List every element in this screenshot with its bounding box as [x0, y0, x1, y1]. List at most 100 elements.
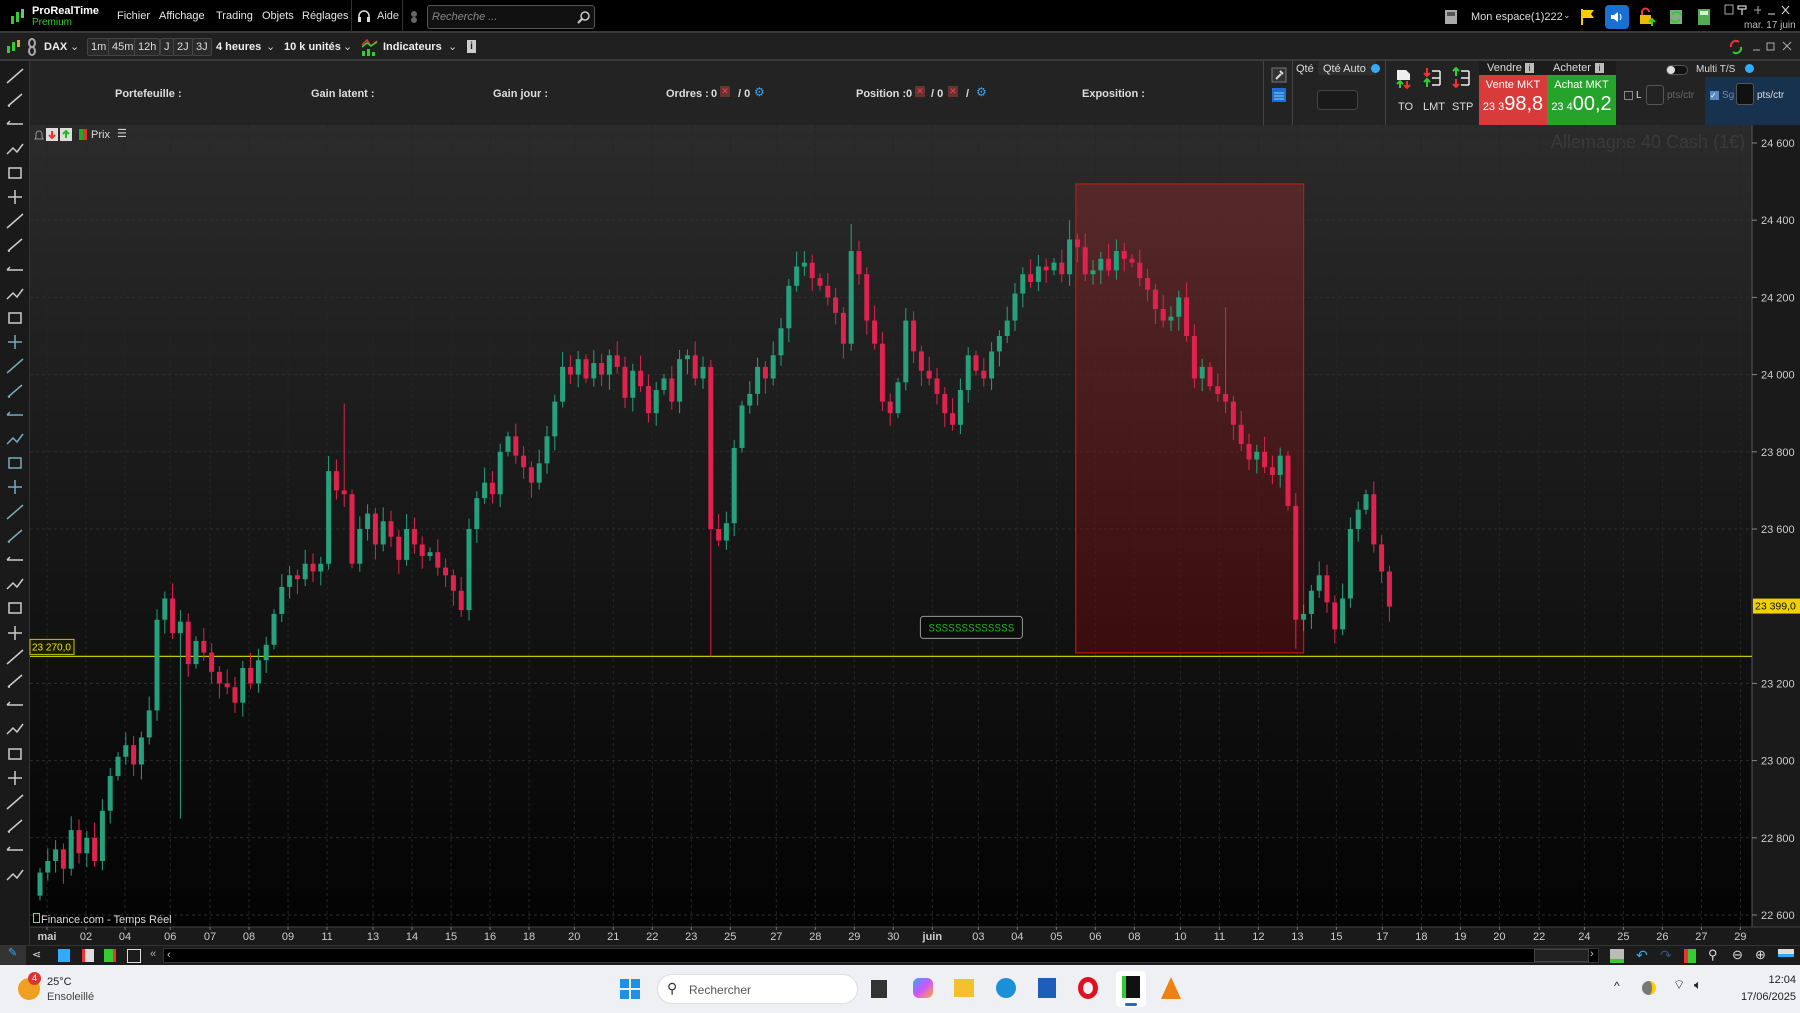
prorealtime-taskbar-button[interactable]: [1116, 971, 1146, 1007]
x-tick-label: 10: [1174, 931, 1186, 943]
candle-body: [552, 401, 558, 437]
edge-icon[interactable]: [996, 978, 1016, 998]
candle-body: [996, 336, 1002, 352]
list-icon[interactable]: ☰: [117, 127, 127, 140]
order-stp-icon[interactable]: [1452, 67, 1470, 89]
buy-market-button[interactable]: Achat MKT 23 400,2: [1547, 75, 1616, 125]
store-icon[interactable]: [1038, 978, 1056, 998]
candle-body: [794, 266, 800, 286]
tray-expand-icon[interactable]: ^: [1614, 979, 1620, 993]
collapse-left-icon[interactable]: «: [150, 948, 156, 960]
keyboard-icon[interactable]: [1271, 87, 1287, 103]
task-view-icon[interactable]: [871, 980, 887, 998]
candle-body: [193, 640, 199, 665]
cancel-orders-icon[interactable]: ✕: [720, 86, 730, 97]
price-chart[interactable]: Allemagne 40 Cash (1€) 24 60024 40024 200…: [0, 0, 1800, 945]
copilot-icon[interactable]: [913, 978, 933, 998]
qty-auto-tab[interactable]: Qté Auto: [1318, 61, 1376, 75]
candle-body: [864, 274, 870, 321]
share-icon[interactable]: ⋖: [32, 948, 41, 961]
qty-input[interactable]: [1317, 90, 1358, 110]
candle-body: [918, 351, 924, 371]
zoom-in-icon[interactable]: ⊕: [1755, 947, 1766, 963]
candle-body: [1152, 289, 1158, 309]
order-to-icon[interactable]: [1395, 69, 1413, 89]
candle-body: [450, 575, 456, 591]
clock-date[interactable]: 17/06/2025: [1726, 991, 1796, 1003]
sell-order-icon[interactable]: [46, 128, 58, 141]
sg-checkbox[interactable]: ✓: [1710, 91, 1719, 100]
scrollbar-thumb[interactable]: [1534, 949, 1589, 962]
gear-icon[interactable]: ⚙: [976, 85, 987, 99]
candle-body: [388, 521, 394, 537]
help-bubble-icon[interactable]: [1745, 64, 1754, 73]
buy-market-label: Achat MKT: [1554, 79, 1609, 91]
close-all-icon[interactable]: ✕: [948, 86, 958, 97]
y-tick-label: 24 400: [1761, 215, 1795, 227]
redo-icon[interactable]: ↷: [1660, 947, 1672, 964]
x-tick-label: 27: [1695, 931, 1707, 943]
clock-time[interactable]: 12:04: [1756, 974, 1796, 986]
taskbar-search[interactable]: ⚲ Rechercher: [657, 974, 858, 1004]
weather-temp: 25°C: [47, 976, 72, 988]
window-icon[interactable]: [127, 949, 141, 963]
buy-order-icon[interactable]: [60, 128, 72, 141]
candle-body: [326, 471, 332, 564]
y-tick-label: 24 600: [1761, 138, 1795, 150]
help-bubble-icon[interactable]: [1371, 64, 1380, 73]
opera-icon[interactable]: [1078, 977, 1098, 999]
orderbook-icon[interactable]: [104, 949, 116, 962]
windows-start-icon[interactable]: [620, 979, 640, 999]
zoom-vertical-icon[interactable]: ⚲: [1708, 947, 1718, 963]
candle-body: [1215, 386, 1221, 394]
data-source: Finance.com - Temps Réel: [33, 913, 172, 926]
horizontal-scrollbar[interactable]: ‹ ›: [163, 948, 1599, 963]
candle-body: [1340, 598, 1346, 630]
sell-market-button[interactable]: Vente MKT 23 398,8: [1479, 75, 1547, 125]
x-tick-label: 22: [646, 931, 658, 943]
info-icon[interactable]: i: [1525, 63, 1534, 73]
vlc-icon[interactable]: [1161, 977, 1181, 999]
scroll-right-icon[interactable]: ›: [1590, 948, 1594, 960]
candle-body: [107, 776, 113, 811]
wifi-icon[interactable]: ⌔: [1673, 977, 1685, 993]
onedrive-icon[interactable]: [1642, 981, 1656, 995]
sg-input[interactable]: [1736, 83, 1754, 105]
scroll-left-icon[interactable]: ‹: [167, 949, 171, 961]
candle-body: [809, 262, 815, 279]
gain-latent-label: Gain latent :: [311, 88, 375, 100]
alert-bell-icon[interactable]: [33, 129, 45, 141]
draw-mode-button[interactable]: ✎: [0, 946, 26, 966]
gear-icon[interactable]: ⚙: [754, 85, 765, 99]
zoom-out-icon[interactable]: ⊖: [1732, 947, 1743, 963]
autoscale-icon[interactable]: [1684, 949, 1696, 963]
candle-body: [1137, 262, 1143, 279]
candle-body: [349, 494, 355, 564]
l-input[interactable]: [1646, 85, 1664, 105]
calendar-icon[interactable]: [1610, 949, 1624, 963]
wrench-icon[interactable]: [1271, 67, 1287, 83]
multi-ts-label: Multi T/S: [1696, 64, 1736, 75]
l-checkbox[interactable]: [1624, 91, 1633, 100]
order-lmt-icon[interactable]: [1423, 67, 1441, 89]
weather-badge: 4: [28, 972, 41, 985]
candle-body: [778, 328, 784, 356]
keyboard-settings-icon[interactable]: [1778, 949, 1794, 957]
info-icon[interactable]: i: [1595, 63, 1604, 73]
order-stp-label: STP: [1452, 101, 1474, 113]
candle-body: [560, 366, 566, 402]
price-series-label[interactable]: Prix: [91, 129, 110, 141]
candle-body: [1301, 613, 1307, 620]
volume-icon[interactable]: 🔈︎: [1694, 977, 1702, 993]
x-tick-label: 05: [1050, 931, 1062, 943]
candle-body: [856, 251, 862, 275]
close-position-icon[interactable]: ✕: [915, 86, 925, 97]
notes-icon[interactable]: [58, 949, 70, 962]
candle-body: [747, 393, 753, 406]
candle-body: [185, 621, 191, 665]
x-tick-label: 15: [1330, 931, 1342, 943]
report-icon[interactable]: [82, 949, 94, 962]
multi-ts-toggle[interactable]: [1666, 65, 1688, 75]
file-explorer-icon[interactable]: [954, 979, 974, 997]
undo-icon[interactable]: ↶: [1636, 947, 1648, 964]
